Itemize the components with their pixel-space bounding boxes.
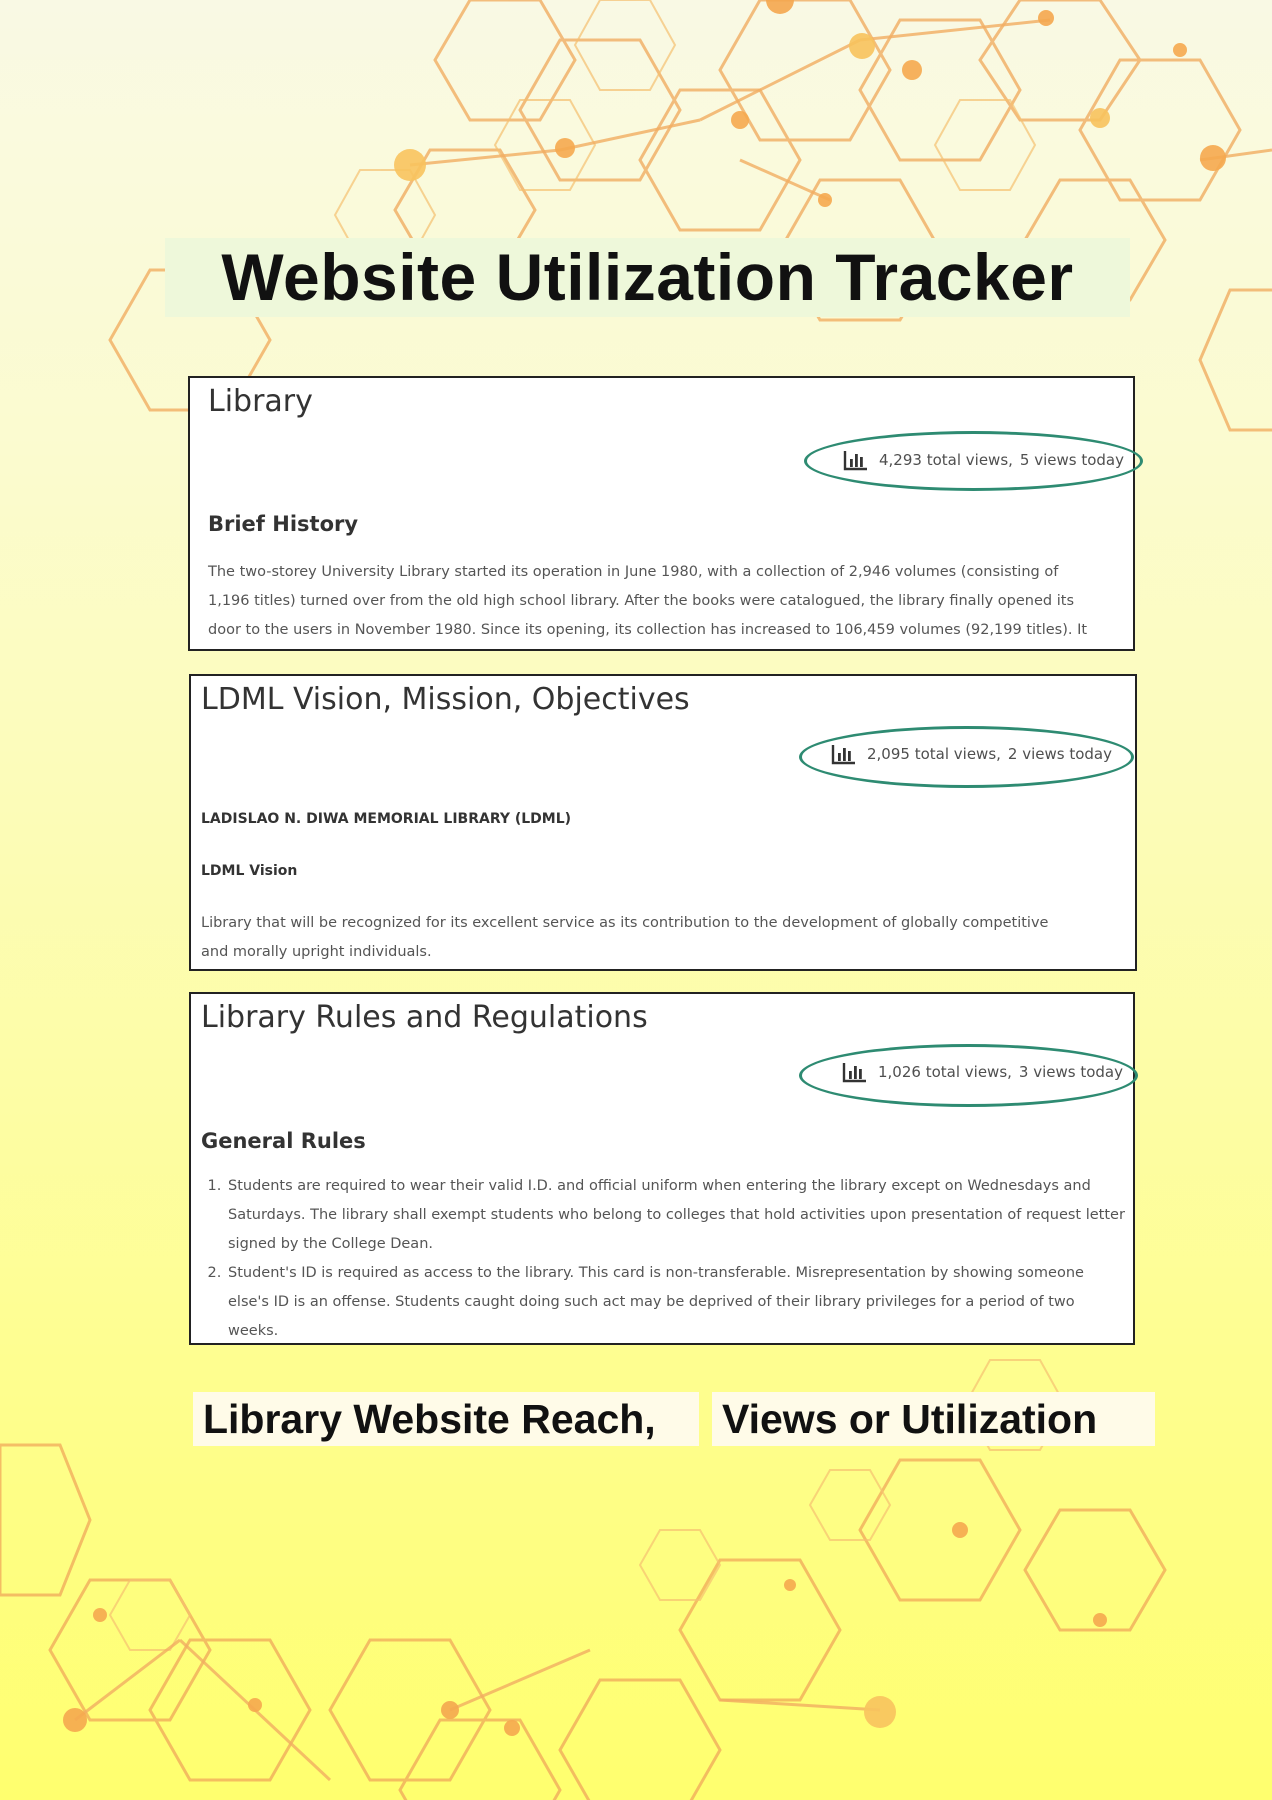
rule-item: Students are required to wear their vali…: [226, 1172, 1126, 1259]
views-today: 2 views today: [1007, 745, 1112, 763]
view-counter: 2,095 total views, 2 views today: [831, 743, 1112, 765]
library-panel: Library 4,293 total views, 5 views today…: [188, 376, 1135, 651]
bar-chart-icon: [843, 451, 867, 471]
history-text: The two-storey University Library starte…: [208, 558, 1128, 645]
views-today: 3 views today: [1018, 1063, 1123, 1081]
library-rules-panel: Library Rules and Regulations 1,026 tota…: [189, 992, 1135, 1345]
rule-item: Student's ID is required as access to th…: [226, 1259, 1126, 1343]
total-views: 4,293 total views,: [879, 451, 1013, 469]
text-line: 1,196 titles) turned over from the old h…: [208, 593, 1074, 609]
panel-title: Library: [208, 384, 313, 419]
text-line: The two-storey University Library starte…: [208, 564, 1059, 580]
vision-heading: LDML Vision: [201, 863, 298, 879]
view-counter: 4,293 total views, 5 views today: [843, 449, 1124, 471]
ldml-vmo-panel: LDML Vision, Mission, Objectives 2,095 t…: [189, 674, 1137, 971]
panel-title: LDML Vision, Mission, Objectives: [201, 682, 690, 717]
panel-title: Library Rules and Regulations: [201, 1000, 648, 1035]
view-counter: 1,026 total views, 3 views today: [842, 1061, 1123, 1083]
section-heading: Brief History: [208, 512, 359, 536]
total-views: 2,095 total views,: [867, 745, 1001, 763]
bottom-label-reach: Library Website Reach,: [193, 1392, 699, 1446]
total-views: 1,026 total views,: [878, 1063, 1012, 1081]
bar-chart-icon: [842, 1063, 866, 1083]
library-name: LADISLAO N. DIWA MEMORIAL LIBRARY (LDML): [201, 811, 572, 827]
text-line: and morally upright individuals.: [201, 944, 432, 960]
text-line: Library that will be recognized for its …: [201, 915, 1049, 931]
bottom-label-utilization: Views or Utilization: [712, 1392, 1155, 1446]
section-heading: General Rules: [201, 1129, 366, 1153]
text-line: door to the users in November 1980. Sinc…: [208, 622, 1088, 638]
views-today: 5 views today: [1019, 451, 1124, 469]
page-title: Website Utilization Tracker: [165, 238, 1130, 317]
bar-chart-icon: [831, 745, 855, 765]
rules-list: Students are required to wear their vali…: [201, 1172, 1126, 1343]
vision-text: Library that will be recognized for its …: [201, 909, 1131, 967]
